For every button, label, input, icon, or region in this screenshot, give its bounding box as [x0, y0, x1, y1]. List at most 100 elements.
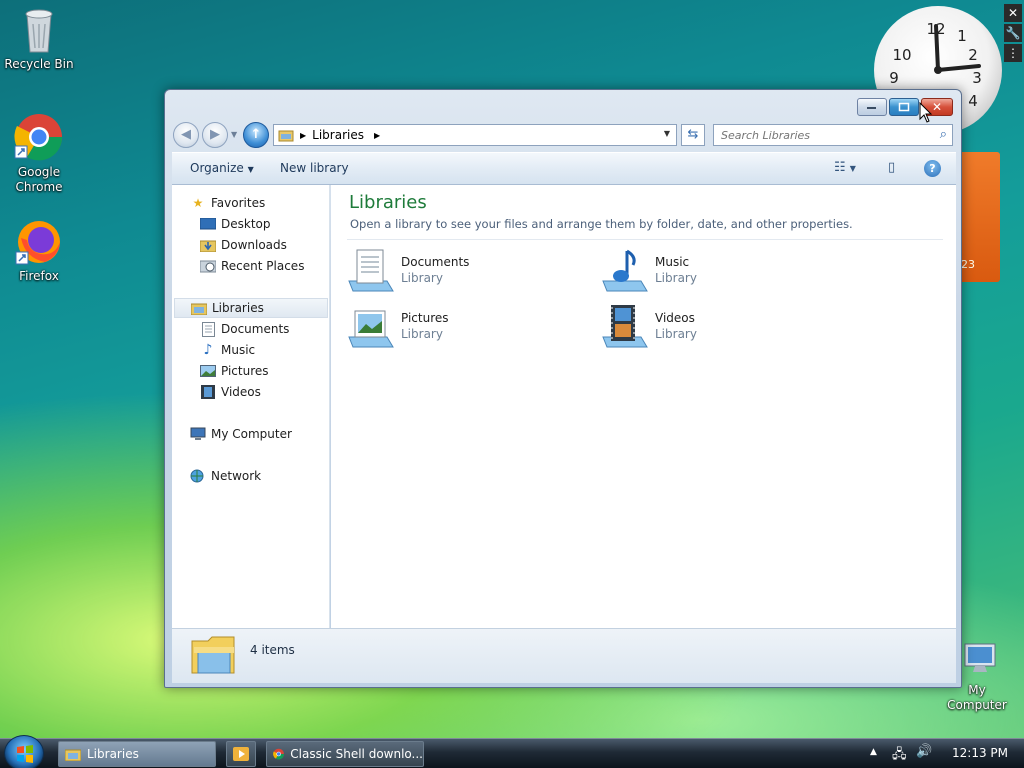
- libraries-large-icon: [191, 636, 235, 674]
- desktop-icon-google-chrome[interactable]: Google Chrome: [1, 112, 77, 195]
- desktop-icon-label: Recycle Bin: [4, 57, 74, 71]
- svg-text:10: 10: [892, 46, 911, 64]
- back-arrow-icon: ◀: [181, 127, 191, 142]
- new-library-button[interactable]: New library: [280, 161, 349, 175]
- search-box[interactable]: ⌕: [713, 124, 953, 146]
- nav-favorites[interactable]: ★ Favorites: [190, 193, 266, 213]
- recent-pages-dropdown[interactable]: ▼: [231, 130, 237, 139]
- library-name: Pictures: [401, 311, 449, 325]
- svg-text:4: 4: [968, 92, 978, 110]
- up-arrow-icon: ↑: [250, 127, 262, 142]
- star-icon: ★: [192, 196, 204, 210]
- minimize-icon: [867, 107, 876, 109]
- recent-places-icon: [200, 259, 216, 273]
- svg-text:2: 2: [968, 46, 978, 64]
- nav-my-computer[interactable]: My Computer: [190, 424, 292, 444]
- recycle-bin-icon: [25, 9, 53, 53]
- videos-library-icon: [602, 305, 648, 348]
- library-name: Videos: [655, 311, 695, 325]
- explorer-window: ✕ ◀ ▶ ▼ ↑ ▶ Libraries ▶ ▼ ⇆ ⌕ Organize ▼…: [164, 89, 962, 688]
- breadcrumb-arrow-icon[interactable]: ▶: [300, 131, 306, 140]
- organize-button[interactable]: Organize ▼: [190, 161, 254, 175]
- desktop-icon-label: Firefox: [19, 269, 59, 283]
- pictures-library-icon: [348, 310, 394, 348]
- wrench-icon[interactable]: 🔧: [1004, 24, 1022, 42]
- music-library-icon: [602, 249, 648, 292]
- help-icon: ?: [929, 162, 936, 175]
- view-options-icon: ☷: [834, 160, 846, 175]
- help-button[interactable]: ?: [924, 160, 941, 177]
- media-player-icon: [233, 747, 249, 761]
- maximize-button[interactable]: [889, 98, 919, 116]
- forward-button[interactable]: ▶: [202, 122, 228, 148]
- nav-documents[interactable]: Documents: [200, 319, 289, 339]
- taskbar-item-chrome[interactable]: Classic Shell downlo...: [266, 741, 424, 767]
- close-icon[interactable]: ✕: [1004, 4, 1022, 22]
- library-name: Documents: [401, 255, 470, 269]
- taskbar-clock[interactable]: 12:13 PM: [952, 746, 1008, 760]
- nav-downloads[interactable]: Downloads: [200, 235, 287, 255]
- preview-pane-button[interactable]: ▯: [888, 160, 895, 175]
- nav-desktop[interactable]: Desktop: [200, 214, 271, 234]
- start-button[interactable]: [4, 735, 44, 768]
- desktop-icon-firefox[interactable]: Firefox: [1, 218, 77, 284]
- change-view-button[interactable]: ☷ ▼: [834, 160, 856, 175]
- library-item-videos[interactable]: Videos Library: [601, 301, 831, 351]
- volume-icon[interactable]: 🔊: [916, 744, 932, 759]
- network-icon: [190, 469, 206, 483]
- library-item-music[interactable]: Music Library: [601, 245, 831, 295]
- page-subtitle: Open a library to see your files and arr…: [350, 217, 853, 231]
- refresh-icon: ⇆: [687, 127, 699, 142]
- details-pane: 4 items: [172, 628, 956, 683]
- refresh-button[interactable]: ⇆: [681, 124, 705, 146]
- forward-arrow-icon: ▶: [210, 127, 220, 142]
- minimize-button[interactable]: [857, 98, 887, 116]
- documents-icon: [200, 321, 216, 337]
- nav-pictures[interactable]: Pictures: [200, 361, 269, 381]
- address-row: ◀ ▶ ▼ ↑ ▶ Libraries ▶ ▼ ⇆ ⌕: [173, 120, 955, 148]
- taskbar-item-libraries[interactable]: Libraries: [58, 741, 216, 767]
- library-type: Library: [401, 271, 443, 285]
- page-title: Libraries: [349, 192, 427, 213]
- desktop-icon: [200, 217, 216, 231]
- library-name: Music: [655, 255, 690, 269]
- search-input[interactable]: [714, 125, 924, 145]
- nav-recent-places[interactable]: Recent Places: [200, 256, 304, 276]
- breadcrumb-arrow-icon[interactable]: ▶: [374, 131, 380, 140]
- system-tray: ▲ 🖧 🔊 12:13 PM: [864, 739, 1024, 768]
- network-status-icon[interactable]: 🖧: [892, 745, 907, 767]
- chrome-icon: [273, 748, 284, 760]
- nav-libraries[interactable]: Libraries: [174, 298, 328, 318]
- chevron-down-icon: ▼: [247, 165, 254, 174]
- breadcrumb-libraries[interactable]: Libraries: [312, 128, 364, 142]
- library-type: Library: [655, 327, 697, 341]
- nav-videos[interactable]: Videos: [200, 382, 261, 402]
- address-bar[interactable]: ▶ Libraries ▶ ▼: [273, 124, 677, 146]
- close-icon: ✕: [931, 100, 943, 114]
- svg-text:9: 9: [889, 69, 899, 87]
- search-icon[interactable]: ⌕: [940, 127, 947, 142]
- nav-network[interactable]: Network: [190, 466, 261, 486]
- libraries-folder-icon: [191, 301, 207, 315]
- maximize-icon: [898, 102, 910, 112]
- gadget-toolbar: ✕ 🔧 ⋮: [1004, 4, 1022, 66]
- show-hidden-icons-chevron-icon[interactable]: ▲: [870, 747, 877, 757]
- nav-music[interactable]: ♪ Music: [200, 340, 256, 360]
- calendar-gadget[interactable]: 23: [958, 152, 1000, 282]
- taskbar-item-media[interactable]: [226, 741, 256, 767]
- up-button[interactable]: ↑: [243, 122, 269, 148]
- desktop-icon-recycle-bin[interactable]: Recycle Bin: [1, 8, 77, 72]
- back-button[interactable]: ◀: [173, 122, 199, 148]
- item-count: 4 items: [250, 643, 295, 657]
- pictures-icon: [200, 364, 216, 378]
- address-dropdown-icon[interactable]: ▼: [664, 129, 670, 138]
- library-type: Library: [655, 271, 697, 285]
- library-item-pictures[interactable]: Pictures Library: [347, 301, 577, 351]
- library-item-documents[interactable]: Documents Library: [347, 245, 577, 295]
- drag-handle-icon[interactable]: ⋮: [1004, 44, 1022, 62]
- caption-buttons: ✕: [855, 98, 953, 116]
- calendar-text: 23: [961, 258, 975, 271]
- music-note-icon: ♪: [203, 342, 213, 358]
- firefox-icon: [15, 221, 60, 265]
- svg-text:1: 1: [957, 27, 967, 45]
